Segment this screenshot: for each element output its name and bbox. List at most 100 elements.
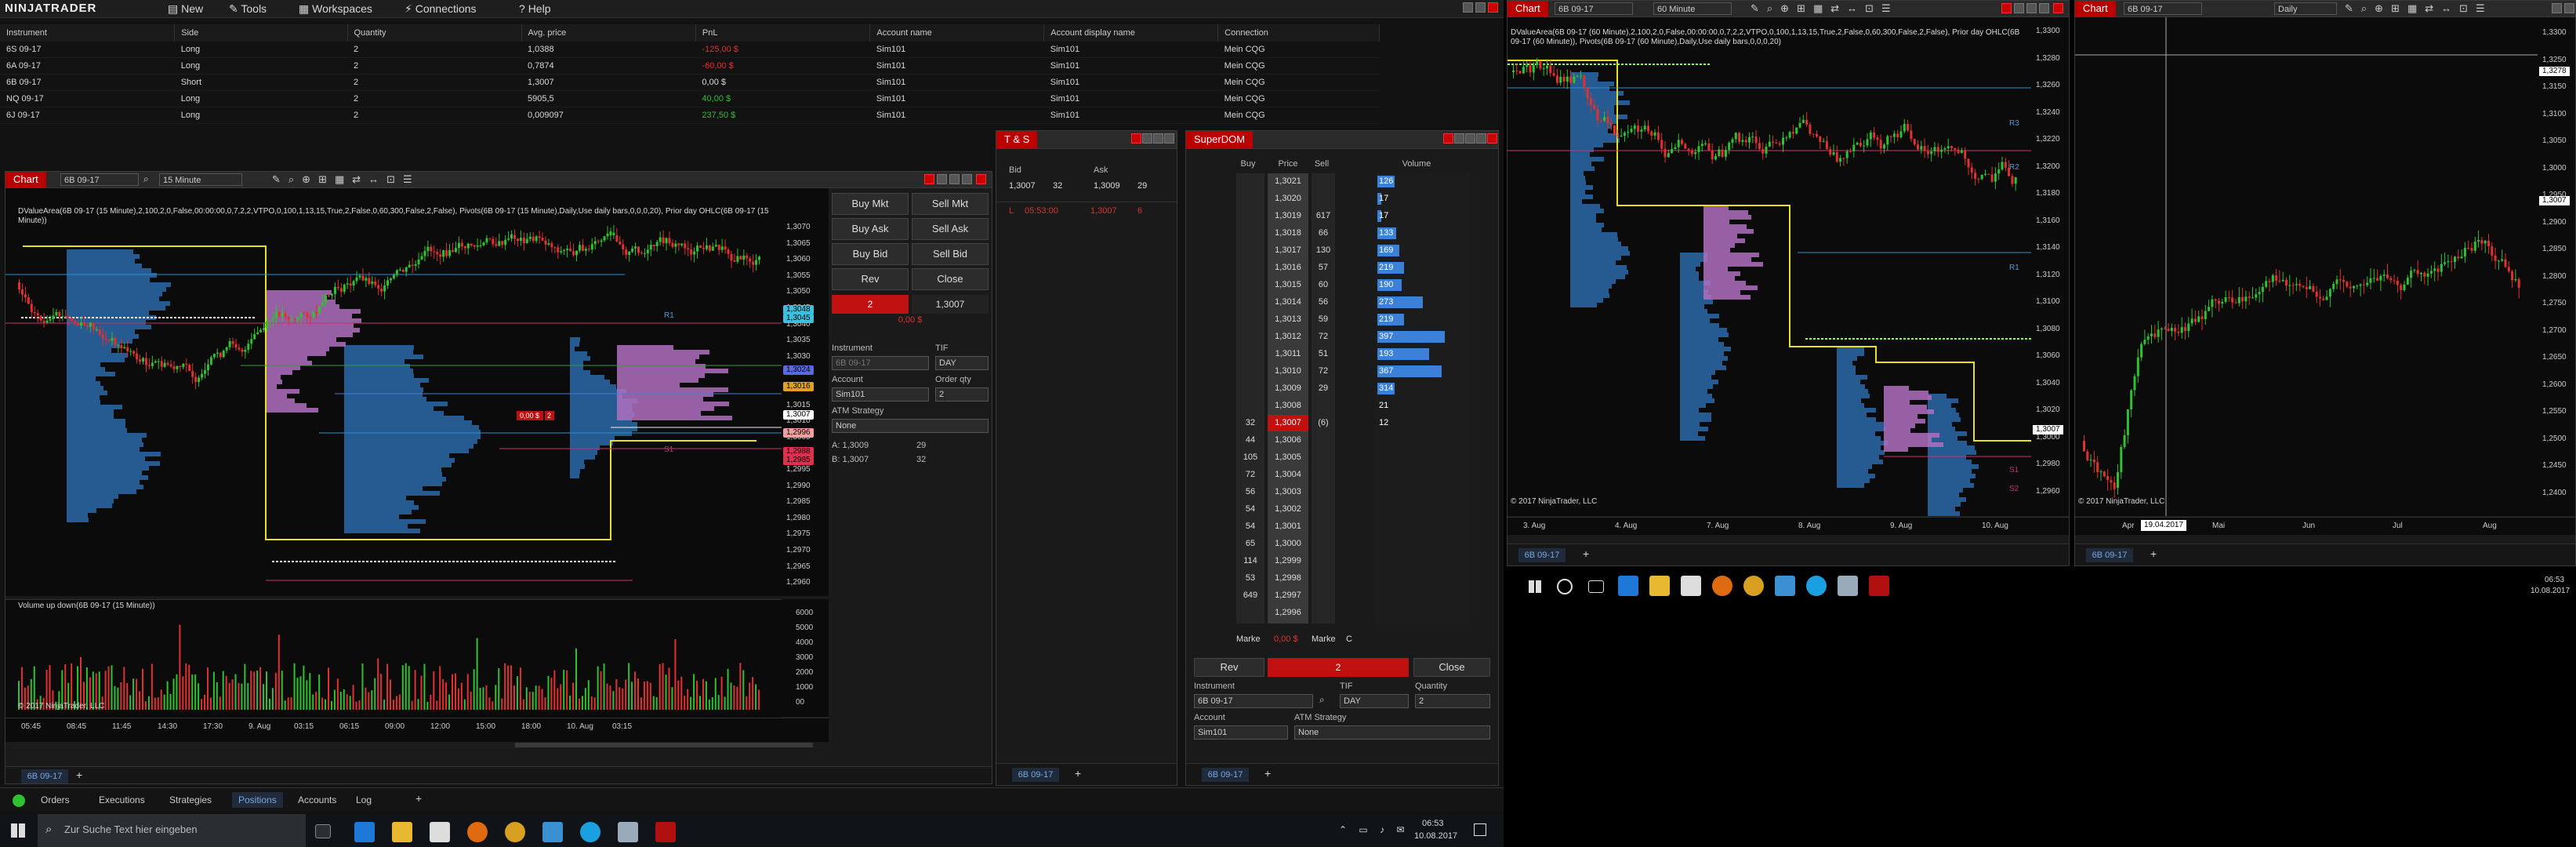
chart1-price-panel[interactable]: DValueArea(6B 09-17 (15 Minute),2,100,2,… [5, 188, 782, 596]
dom-sell-cell[interactable]: 51 [1312, 346, 1335, 362]
chart3-interval-select[interactable]: Daily [2274, 2, 2337, 15]
superdom-min-button[interactable] [1454, 133, 1464, 144]
account-select[interactable]: Sim101 [832, 387, 929, 402]
chart1-price-axis[interactable]: 1,3070 1,3065 1,3060 1,3055 1,3050 1,3045 1,30… [782, 188, 829, 596]
cc-tab-executions[interactable]: Executions [93, 792, 151, 808]
chart3-tab[interactable]: Chart [2075, 1, 2116, 16]
dom-row[interactable]: 44 1,3006 [1236, 432, 1471, 449]
chart2-x-button[interactable] [2053, 3, 2063, 13]
dom-buy-cell[interactable]: 32 [1236, 415, 1264, 431]
tray-date-right[interactable]: 10.08.2017 [2531, 587, 2570, 595]
col-connection[interactable]: Connection [1217, 24, 1380, 42]
network-icon-right[interactable] [1838, 576, 1858, 596]
chart3-min-button[interactable] [2552, 3, 2562, 13]
position-row[interactable]: NQ 09-17 Long 2 5905,5 40,00 $ Sim101 Sim101 Me… [0, 90, 1380, 107]
dom-row[interactable]: 114 1,2999 [1236, 553, 1471, 569]
dom-rev-button[interactable]: Rev [1194, 658, 1264, 677]
chart3-instrument-select[interactable]: 6B 09-17 [2124, 2, 2202, 15]
ninjatrader-task-icon[interactable] [655, 822, 676, 842]
tif-select[interactable]: DAY [935, 356, 989, 370]
dom-row[interactable]: 53 1,2998 [1236, 570, 1471, 587]
cc-tab-orders[interactable]: Orders [34, 792, 76, 808]
chart2-instrument-tab[interactable]: 6B 09-17 [1518, 548, 1566, 562]
rev-button[interactable]: Rev [832, 268, 909, 290]
chart3-plot[interactable]: © 2017 NinjaTrader, LLC [2075, 17, 2538, 516]
chrome-icon[interactable] [505, 822, 525, 842]
chart2-price-axis[interactable]: 1,3300 1,3280 1,3260 1,3240 1,3220 1,3200 1,31… [2031, 17, 2069, 516]
dom-row[interactable]: 1,3019 617 17 [1236, 208, 1471, 224]
dom-row[interactable]: 1,3021 126 [1236, 173, 1471, 190]
dom-sell-cell[interactable]: 66 [1312, 225, 1335, 242]
cortana-icon[interactable] [1557, 579, 1573, 594]
superdom-max-button[interactable] [1465, 133, 1475, 144]
dom-row[interactable]: 1,3013 59 219 [1236, 311, 1471, 328]
cc-add-tab[interactable]: + [415, 792, 422, 805]
dom-tif-select[interactable]: DAY [1340, 694, 1409, 708]
dom-row[interactable]: 72 1,3004 [1236, 467, 1471, 483]
dom-sell-cell[interactable]: 130 [1312, 242, 1335, 259]
store-icon[interactable] [430, 822, 450, 842]
chart3-price-axis[interactable]: 1,3300 1,3250 1,3150 1,3100 1,3050 1,3000 1,29… [2538, 17, 2575, 516]
ts-close-button[interactable] [1131, 133, 1141, 144]
chart1-instrument-tab[interactable]: 6B 09-17 [21, 769, 68, 783]
dom-sell-cell[interactable]: 72 [1312, 329, 1335, 345]
dom-row[interactable]: 1,3011 51 193 [1236, 346, 1471, 362]
superdom-pin-button[interactable] [1476, 133, 1486, 144]
chart1-scrollbar[interactable] [13, 742, 821, 748]
dom-row[interactable]: 1,3015 60 190 [1236, 277, 1471, 293]
dom-close-button[interactable]: Close [1413, 658, 1490, 677]
ninjatrader-task-icon-right[interactable] [1869, 576, 1889, 596]
ts-max-button[interactable] [1153, 133, 1163, 144]
ts-min-button[interactable] [1142, 133, 1152, 144]
windows-start-icon-right[interactable] [1529, 580, 1541, 593]
chart1-min-button[interactable] [937, 174, 947, 184]
dom-instrument-select[interactable]: 6B 09-17 [1194, 694, 1313, 708]
chart1-scroll-thumb[interactable] [515, 743, 813, 747]
dom-row[interactable]: 1,3017 130 169 [1236, 242, 1471, 259]
dom-buy-cell[interactable]: 65 [1236, 536, 1264, 552]
dom-row[interactable]: 65 1,3000 [1236, 536, 1471, 552]
windows-start-icon[interactable] [11, 823, 25, 838]
firefox-icon-right[interactable] [1712, 576, 1732, 596]
dom-buy-cell[interactable]: 54 [1236, 501, 1264, 518]
ts-add-tab[interactable]: + [1075, 767, 1081, 780]
ts-instrument-tab[interactable]: 6B 09-17 [1012, 768, 1059, 782]
dom-row[interactable]: 1,3009 29 314 [1236, 380, 1471, 397]
remote-desktop-icon-right[interactable] [1775, 576, 1795, 596]
network-icon[interactable] [618, 822, 638, 842]
dom-sell-cell[interactable]: 60 [1312, 277, 1335, 293]
task-view-icon-right[interactable] [1588, 580, 1604, 593]
chart2-add-tab[interactable]: + [1583, 547, 1589, 560]
chart3-tools-icons[interactable]: ✎⌕⊕⊞▦⇄↔⊡☰ [2345, 2, 2493, 15]
menu-help[interactable]: ? Help [519, 2, 550, 15]
position-row[interactable]: 6J 09-17 Long 2 0,009097 237,50 $ Sim101 Sim10… [0, 107, 1380, 124]
chart1-volume-panel[interactable]: Volume up down(6B 09-17 (15 Minute)) © 2… [5, 599, 782, 718]
cc-tab-strategies[interactable]: Strategies [163, 792, 218, 808]
minimize-button[interactable] [1463, 2, 1473, 13]
chart2-max-button[interactable] [2026, 3, 2037, 13]
cc-tab-log[interactable]: Log [350, 792, 378, 808]
task-view-icon[interactable] [315, 824, 331, 838]
dom-buy-cell[interactable]: 44 [1236, 432, 1264, 449]
chart2-time-axis[interactable]: 3. Aug 4. Aug 7. Aug 8. Aug 9. Aug 10. Aug [1508, 517, 2069, 535]
chart2-tab[interactable]: Chart [1508, 1, 1548, 16]
remote-desktop-icon[interactable] [542, 822, 563, 842]
skype-icon[interactable] [580, 822, 600, 842]
cc-tab-positions[interactable]: Positions [232, 792, 283, 808]
dom-sell-cell[interactable]: 56 [1312, 294, 1335, 311]
chart2-tools-icons[interactable]: ✎⌕⊕⊞▦⇄↔⊡☰ [1751, 2, 1899, 15]
buy-mkt-button[interactable]: Buy Mkt [832, 193, 909, 215]
dom-sell-cell[interactable]: 29 [1312, 380, 1335, 397]
dom-buy-cell[interactable]: 54 [1236, 518, 1264, 535]
dom-buy-cell[interactable]: 105 [1236, 449, 1264, 466]
dom-row[interactable]: 1,3012 72 397 [1236, 329, 1471, 345]
atm-select[interactable]: None [832, 419, 989, 433]
superdom-x-button[interactable] [1487, 133, 1497, 144]
dom-market-buy[interactable]: Marke [1236, 634, 1261, 644]
col-pnl[interactable]: PnL [695, 24, 871, 42]
chart1-max-button[interactable] [949, 174, 960, 184]
explorer-icon-right[interactable] [1649, 576, 1670, 596]
tray-time-right[interactable]: 06:53 [2545, 576, 2564, 584]
menu-new[interactable]: ▤ New [168, 2, 203, 16]
dom-sell-cell[interactable]: (6) [1312, 415, 1335, 431]
